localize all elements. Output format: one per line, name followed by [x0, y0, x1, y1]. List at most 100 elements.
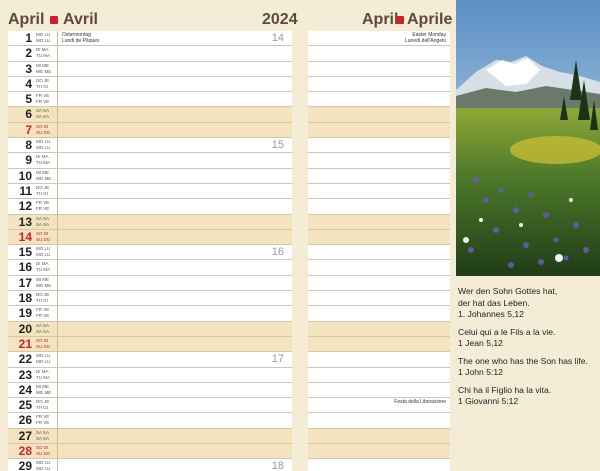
holiday-note-fr: Lundi de Pâques	[62, 38, 100, 44]
day-row-left[interactable]: 15 MO LU MO LU 16	[8, 245, 292, 261]
day-abbr-2: SA	[43, 215, 50, 221]
day-abbr-4: DO	[43, 343, 51, 349]
day-abbr: DO JE TH GI	[36, 399, 56, 411]
day-row-left[interactable]: 1 MO LU MO LU Ostermontag Lundi de Pâques 14	[8, 31, 292, 47]
day-abbr-3: TU	[36, 160, 42, 166]
day-abbr-2: DI	[43, 123, 49, 129]
day-row-right[interactable]	[308, 153, 450, 169]
day-row-right[interactable]	[308, 199, 450, 215]
day-abbr-1: SO	[36, 445, 43, 451]
day-row-right[interactable]	[308, 444, 450, 460]
day-row-right[interactable]	[308, 122, 450, 139]
day-row-right[interactable]	[308, 138, 450, 154]
day-row-right[interactable]	[308, 382, 450, 399]
day-row-right[interactable]: Easter Monday Lunedì dell'Angelo	[308, 31, 450, 47]
day-row-right[interactable]	[308, 306, 450, 322]
day-abbr: DO JE TH GI	[36, 78, 56, 90]
separator	[57, 183, 58, 199]
separator	[57, 153, 58, 168]
day-abbr-1: SA	[36, 322, 42, 328]
separator	[57, 382, 58, 398]
day-row-left[interactable]: 14 SO DI SU DO	[8, 229, 292, 246]
day-row-left[interactable]: 21 SO DI SU DO	[8, 336, 292, 353]
day-abbr-1: MO	[36, 353, 44, 359]
day-row-left[interactable]: 19 FR VE FR VE	[8, 306, 292, 322]
day-abbr-1: SA	[36, 215, 42, 221]
month-fr: Avril	[63, 11, 98, 28]
day-abbr-2: DI	[43, 230, 49, 236]
day-row-left[interactable]: 16 DI MA TU MA	[8, 260, 292, 276]
day-abbr: SO DI SU DO	[36, 124, 56, 136]
day-row-left[interactable]: 27 SA SA SA SA	[8, 428, 292, 445]
day-row-left[interactable]: 9 DI MA TU MA	[8, 153, 292, 169]
day-abbr-2: JE	[44, 399, 50, 405]
day-row-left[interactable]: 4 DO JE TH GI	[8, 76, 292, 93]
day-row-left[interactable]: 7 SO DI SU DO	[8, 122, 292, 139]
day-row-left[interactable]: 22 MO LU MO LU 17	[8, 352, 292, 368]
day-abbr-4: LU	[44, 466, 51, 471]
day-row-left[interactable]: 26 FR VE FR VE	[8, 413, 292, 429]
day-row-right[interactable]	[308, 428, 450, 445]
day-abbr-2: VE	[43, 200, 50, 206]
day-abbr-4: ME	[44, 389, 52, 395]
day-row-left[interactable]: 3 MI ME WE ME	[8, 61, 292, 77]
day-row-right[interactable]	[308, 275, 450, 292]
day-row-left[interactable]: 20 SA SA SA SA	[8, 321, 292, 337]
day-abbr-2: MA	[41, 368, 49, 374]
day-number: 3	[25, 61, 32, 76]
day-row-left[interactable]: 29 MO LU MO LU 18	[8, 459, 292, 471]
day-row-left[interactable]: 5 FR VE FR VE	[8, 92, 292, 108]
day-row-right[interactable]	[308, 46, 450, 62]
day-abbr: MO LU MO LU	[36, 460, 56, 471]
day-row-right[interactable]	[308, 459, 450, 471]
day-row-right[interactable]	[308, 76, 450, 93]
day-row-right[interactable]	[308, 107, 450, 123]
verse-block: The one who has the Son has life. 1 John …	[458, 356, 598, 379]
day-number: 17	[18, 275, 32, 290]
day-row-left[interactable]: 17 MI ME WE ME	[8, 275, 292, 292]
day-row-right[interactable]	[308, 413, 450, 429]
day-abbr: FR VE FR VE	[36, 307, 56, 319]
day-abbr-4: LU	[44, 359, 51, 365]
day-row-right[interactable]	[308, 291, 450, 307]
day-row-right[interactable]	[308, 367, 450, 383]
day-row-left[interactable]: 2 DI MA TU MA	[8, 46, 292, 62]
day-row-left[interactable]: 25 DO JE TH GI	[8, 398, 292, 414]
day-row-left[interactable]: 28 SO DI SU DO	[8, 444, 292, 460]
week-number: 16	[271, 246, 284, 259]
day-abbr-3: MO	[36, 145, 44, 151]
day-row-right[interactable]	[308, 245, 450, 261]
day-row-right[interactable]	[308, 336, 450, 353]
day-row-left[interactable]: 24 MI ME WE ME	[8, 382, 292, 399]
day-row-left[interactable]: 6 SA SA SA SA	[8, 107, 292, 123]
day-row-right[interactable]	[308, 260, 450, 276]
day-abbr-3: SA	[36, 328, 42, 334]
day-abbr: DI MA TU MA	[36, 47, 56, 59]
day-row-left[interactable]: 13 SA SA SA SA	[8, 214, 292, 230]
day-abbr-4: MA	[43, 53, 51, 59]
day-abbr-1: DO	[36, 184, 43, 190]
day-row-left[interactable]: 23 DI MA TU MA	[8, 367, 292, 383]
day-abbr-3: TH	[36, 83, 42, 89]
day-number: 28	[18, 444, 32, 459]
day-abbr-1: FR	[36, 200, 42, 206]
day-row-left[interactable]: 10 MI ME WE ME	[8, 168, 292, 184]
day-row-right[interactable]	[308, 168, 450, 184]
day-abbr-4: LU	[44, 252, 51, 258]
day-row-left[interactable]: 11 DO JE TH GI	[8, 183, 292, 200]
day-abbr-2: SA	[43, 108, 50, 114]
day-abbr-4: ME	[44, 175, 52, 181]
day-row-right[interactable]	[308, 352, 450, 368]
day-row-right[interactable]: Festa della Liberazione	[308, 398, 450, 414]
day-grid-right: Easter Monday Lunedì dell'Angelo Festa del…	[308, 31, 450, 471]
day-row-left[interactable]: 18 DO JE TH GI	[8, 291, 292, 307]
day-abbr-2: JE	[44, 292, 50, 298]
day-row-left[interactable]: 8 MO LU MO LU 15	[8, 138, 292, 154]
day-row-left[interactable]: 12 FR VE FR VE	[8, 199, 292, 215]
day-row-right[interactable]	[308, 61, 450, 77]
day-row-right[interactable]	[308, 183, 450, 200]
day-row-right[interactable]	[308, 229, 450, 246]
day-row-right[interactable]	[308, 321, 450, 337]
day-row-right[interactable]	[308, 92, 450, 108]
day-row-right[interactable]	[308, 214, 450, 230]
